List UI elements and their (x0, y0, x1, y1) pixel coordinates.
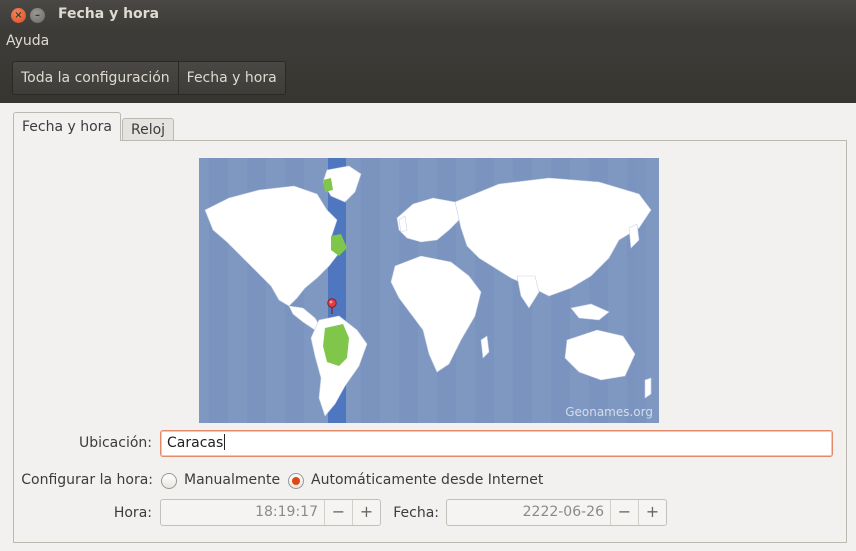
manual-radio[interactable] (161, 473, 177, 489)
location-label: Ubicación: (78, 435, 152, 451)
date-value[interactable]: 2222-06-26 (447, 500, 610, 525)
tab-date-time[interactable]: Fecha y hora (13, 112, 122, 141)
set-time-label: Configurar la hora: (21, 472, 153, 488)
location-input[interactable]: Caracas (160, 430, 833, 457)
auto-radio[interactable] (288, 473, 304, 489)
toolbar: Toda la configuración Fecha y hora (0, 54, 856, 103)
window-title: Fecha y hora (58, 6, 160, 22)
time-spinner[interactable]: 18:19:17 − + (160, 499, 381, 526)
auto-radio-label[interactable]: Automáticamente desde Internet (311, 472, 543, 488)
location-input-value: Caracas (167, 435, 224, 451)
tab-clock[interactable]: Reloj (122, 118, 175, 142)
tab-bar: Fecha y hora Reloj (13, 112, 175, 142)
menu-ayuda[interactable]: Ayuda (6, 33, 49, 49)
date-label: Fecha: (393, 505, 439, 521)
time-decrement-button[interactable]: − (324, 500, 352, 525)
breadcrumb-date-time[interactable]: Fecha y hora (178, 62, 285, 94)
breadcrumb: Toda la configuración Fecha y hora (12, 61, 286, 95)
minimize-window-button[interactable]: – (30, 8, 45, 23)
map-attribution: Geonames.org (565, 405, 653, 419)
date-increment-button[interactable]: + (638, 500, 666, 525)
timezone-map[interactable]: Geonames.org (199, 158, 659, 423)
title-bar: × – Fecha y hora (0, 0, 856, 30)
manual-radio-label[interactable]: Manualmente (184, 472, 280, 488)
time-increment-button[interactable]: + (352, 500, 380, 525)
date-decrement-button[interactable]: − (610, 500, 638, 525)
time-value[interactable]: 18:19:17 (161, 500, 324, 525)
text-cursor (224, 434, 226, 450)
breadcrumb-all-settings[interactable]: Toda la configuración (13, 62, 179, 94)
date-spinner[interactable]: 2222-06-26 − + (446, 499, 667, 526)
menu-bar: Ayuda (0, 30, 856, 54)
world-map-graphic (204, 158, 652, 423)
close-window-button[interactable]: × (11, 8, 26, 23)
time-label: Hora: (113, 505, 152, 521)
